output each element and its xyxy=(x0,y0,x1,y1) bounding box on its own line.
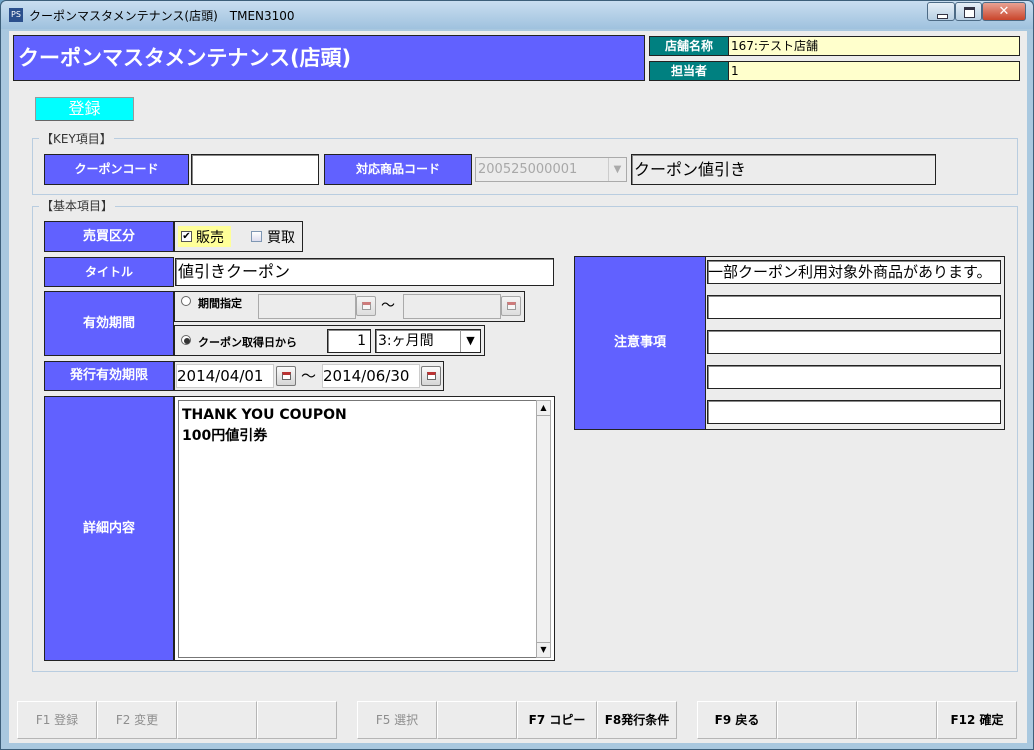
detail-scrollbar[interactable]: ▲ ▼ xyxy=(536,400,551,658)
period-to-calendar-button[interactable] xyxy=(501,296,521,316)
issue-to-input[interactable]: 2014/06/30 xyxy=(322,364,420,388)
notes-input-4[interactable] xyxy=(707,365,1001,389)
store-name-value: 167:テスト店舗 xyxy=(728,36,1020,56)
title-input[interactable]: 値引きクーポン xyxy=(175,258,554,286)
validity-period-label: 有効期間 xyxy=(44,291,174,356)
staff-label: 担当者 xyxy=(649,61,729,81)
f4-blank-button[interactable] xyxy=(257,701,337,739)
notes-label: 注意事項 xyxy=(574,256,706,430)
minimize-button[interactable] xyxy=(927,2,955,21)
period-tilde: ～ xyxy=(381,298,395,314)
maximize-button[interactable] xyxy=(955,2,982,21)
maximize-icon xyxy=(964,7,975,18)
product-code-dropdown-icon[interactable]: ▼ xyxy=(608,158,626,181)
basic-items-legend: 【基本項目】 xyxy=(39,197,116,214)
close-button[interactable]: ✕ xyxy=(982,2,1026,21)
product-code-label: 対応商品コード xyxy=(324,154,472,185)
f8-issue-condition-button[interactable]: F8発行条件 xyxy=(597,701,677,739)
detail-line-1: THANK YOU COUPON xyxy=(182,407,347,423)
app-icon[interactable]: PS xyxy=(9,8,23,22)
calendar-icon xyxy=(282,372,291,380)
title-label: タイトル xyxy=(44,257,174,287)
f2-change-button[interactable]: F2 変更 xyxy=(97,701,177,739)
f11-blank-button[interactable] xyxy=(857,701,937,739)
f9-back-button[interactable]: F9 戻る xyxy=(697,701,777,739)
from-acquire-label: クーポン取得日から xyxy=(198,336,297,349)
detail-line-2: 100円値引券 xyxy=(182,428,268,444)
issue-from-input[interactable]: 2014/04/01 xyxy=(176,364,274,388)
notes-input-3[interactable] xyxy=(707,330,1001,354)
sale-checkbox[interactable]: ✔ xyxy=(181,231,192,242)
application-window: PS クーポンマスタメンテナンス(店頭) TMEN3100 ✕ クーポンマスタメ… xyxy=(0,0,1034,750)
scroll-down-icon[interactable]: ▼ xyxy=(537,642,550,657)
key-items-legend: 【KEY項目】 xyxy=(39,130,114,147)
notes-input-1[interactable]: 一部クーポン利用対象外商品があります。 xyxy=(707,260,1001,284)
calendar-icon xyxy=(427,372,436,380)
coupon-code-label: クーポンコード xyxy=(44,154,189,185)
acquire-count-input[interactable]: 1 xyxy=(327,329,371,353)
buy-checkbox[interactable] xyxy=(251,231,262,242)
minimize-icon xyxy=(937,14,948,19)
f6-blank-button[interactable] xyxy=(437,701,517,739)
f10-blank-button[interactable] xyxy=(777,701,857,739)
f12-confirm-button[interactable]: F12 確定 xyxy=(937,701,1017,739)
f7-copy-button[interactable]: F7 コピー xyxy=(517,701,597,739)
period-from-calendar-button[interactable] xyxy=(356,296,376,316)
issue-tilde: ～ xyxy=(301,367,317,385)
calendar-icon xyxy=(362,302,371,310)
page-title: クーポンマスタメンテナンス(店頭) xyxy=(13,35,645,81)
calendar-icon xyxy=(507,302,516,310)
issue-to-calendar-button[interactable] xyxy=(421,366,441,386)
period-specify-radio[interactable] xyxy=(181,296,191,306)
issue-expiry-label: 発行有効期限 xyxy=(44,361,174,391)
period-to-input[interactable] xyxy=(403,294,501,319)
issue-from-calendar-button[interactable] xyxy=(276,366,296,386)
register-mode-button[interactable]: 登録 xyxy=(35,97,134,121)
trade-type-label: 売買区分 xyxy=(44,221,174,252)
product-code-combobox[interactable]: 200525000001 xyxy=(475,157,627,182)
from-acquire-radio[interactable] xyxy=(181,335,191,345)
period-specify-label: 期間指定 xyxy=(198,297,242,310)
detail-content-textarea[interactable]: THANK YOU COUPON 100円値引券 xyxy=(178,400,537,658)
close-icon: ✕ xyxy=(998,4,1010,19)
f3-blank-button[interactable] xyxy=(177,701,257,739)
window-title: クーポンマスタメンテナンス(店頭) TMEN3100 xyxy=(29,9,295,23)
scroll-up-icon[interactable]: ▲ xyxy=(537,401,550,416)
sale-checkbox-label: 販売 xyxy=(196,230,224,246)
notes-input-2[interactable] xyxy=(707,295,1001,319)
notes-input-5[interactable] xyxy=(707,400,1001,424)
f5-select-button[interactable]: F5 選択 xyxy=(357,701,437,739)
product-name-field: クーポン値引き xyxy=(631,154,936,185)
form-client-area: クーポンマスタメンテナンス(店頭) 店舗名称 167:テスト店舗 担当者 1 登… xyxy=(9,31,1027,743)
acquire-unit-dropdown-icon[interactable]: ▼ xyxy=(460,330,480,352)
staff-value: 1 xyxy=(728,61,1020,81)
f1-register-button[interactable]: F1 登録 xyxy=(17,701,97,739)
detail-content-label: 詳細内容 xyxy=(44,396,174,661)
store-name-label: 店舗名称 xyxy=(649,36,729,56)
period-from-input[interactable] xyxy=(258,294,356,319)
title-bar[interactable]: PS クーポンマスタメンテナンス(店頭) TMEN3100 ✕ xyxy=(1,1,1033,29)
buy-checkbox-label: 買取 xyxy=(267,230,295,246)
coupon-code-input[interactable] xyxy=(191,154,319,185)
